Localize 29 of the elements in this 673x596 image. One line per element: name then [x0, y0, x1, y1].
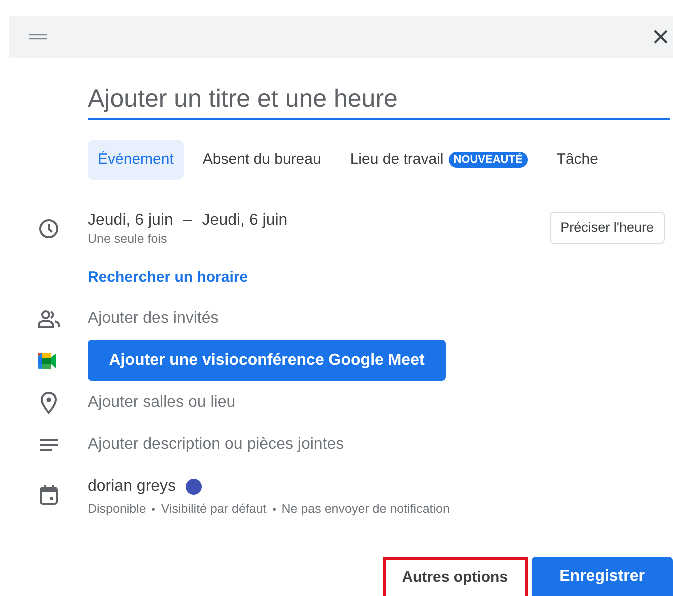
event-type-tab[interactable]: Événement	[88, 140, 184, 180]
find-time-link[interactable]: Rechercher un horaire	[88, 266, 248, 290]
save-button[interactable]: Enregistrer	[532, 556, 673, 596]
calendar-icon	[40, 485, 58, 505]
add-time-button[interactable]: Préciser l'heure	[550, 212, 665, 244]
add-location-field[interactable]: Ajouter salles ou lieu	[88, 391, 236, 415]
clock-icon	[38, 219, 58, 239]
more-options-button[interactable]: Autres options	[382, 556, 528, 596]
people-icon	[38, 310, 60, 328]
end-date[interactable]: Jeudi, 6 juin	[202, 211, 288, 231]
close-icon[interactable]	[653, 29, 669, 45]
add-description-field[interactable]: Ajouter description ou pièces jointes	[88, 433, 344, 457]
drag-handle-icon[interactable]	[29, 34, 47, 40]
calendar-detail[interactable]: Disponible	[88, 500, 146, 519]
calendar-detail[interactable]: Ne pas envoyer de notification	[282, 500, 450, 519]
event-type-tab[interactable]: Lieu de travail NOUVEAUTÉ	[340, 140, 538, 180]
start-date[interactable]: Jeudi, 6 juin	[88, 211, 174, 231]
event-type-tab[interactable]: Absent du bureau	[192, 140, 332, 180]
calendar-detail[interactable]: Visibilité par défaut	[161, 500, 267, 519]
event-type-tab[interactable]: Tâche	[546, 140, 608, 180]
date-separator: –	[183, 211, 192, 231]
new-badge: NOUVEAUTÉ	[448, 152, 528, 168]
recurrence-text[interactable]: Une seule fois	[88, 231, 168, 247]
location-pin-icon	[40, 392, 56, 414]
title-field[interactable]: Ajouter un titre et une heure	[88, 80, 670, 120]
add-video-conference-button[interactable]: Ajouter une visioconférence Google Meet	[88, 340, 446, 381]
calendar-name[interactable]: dorian greys	[88, 475, 176, 499]
description-lines-icon	[40, 439, 58, 451]
add-guests-field[interactable]: Ajouter des invités	[88, 307, 219, 331]
